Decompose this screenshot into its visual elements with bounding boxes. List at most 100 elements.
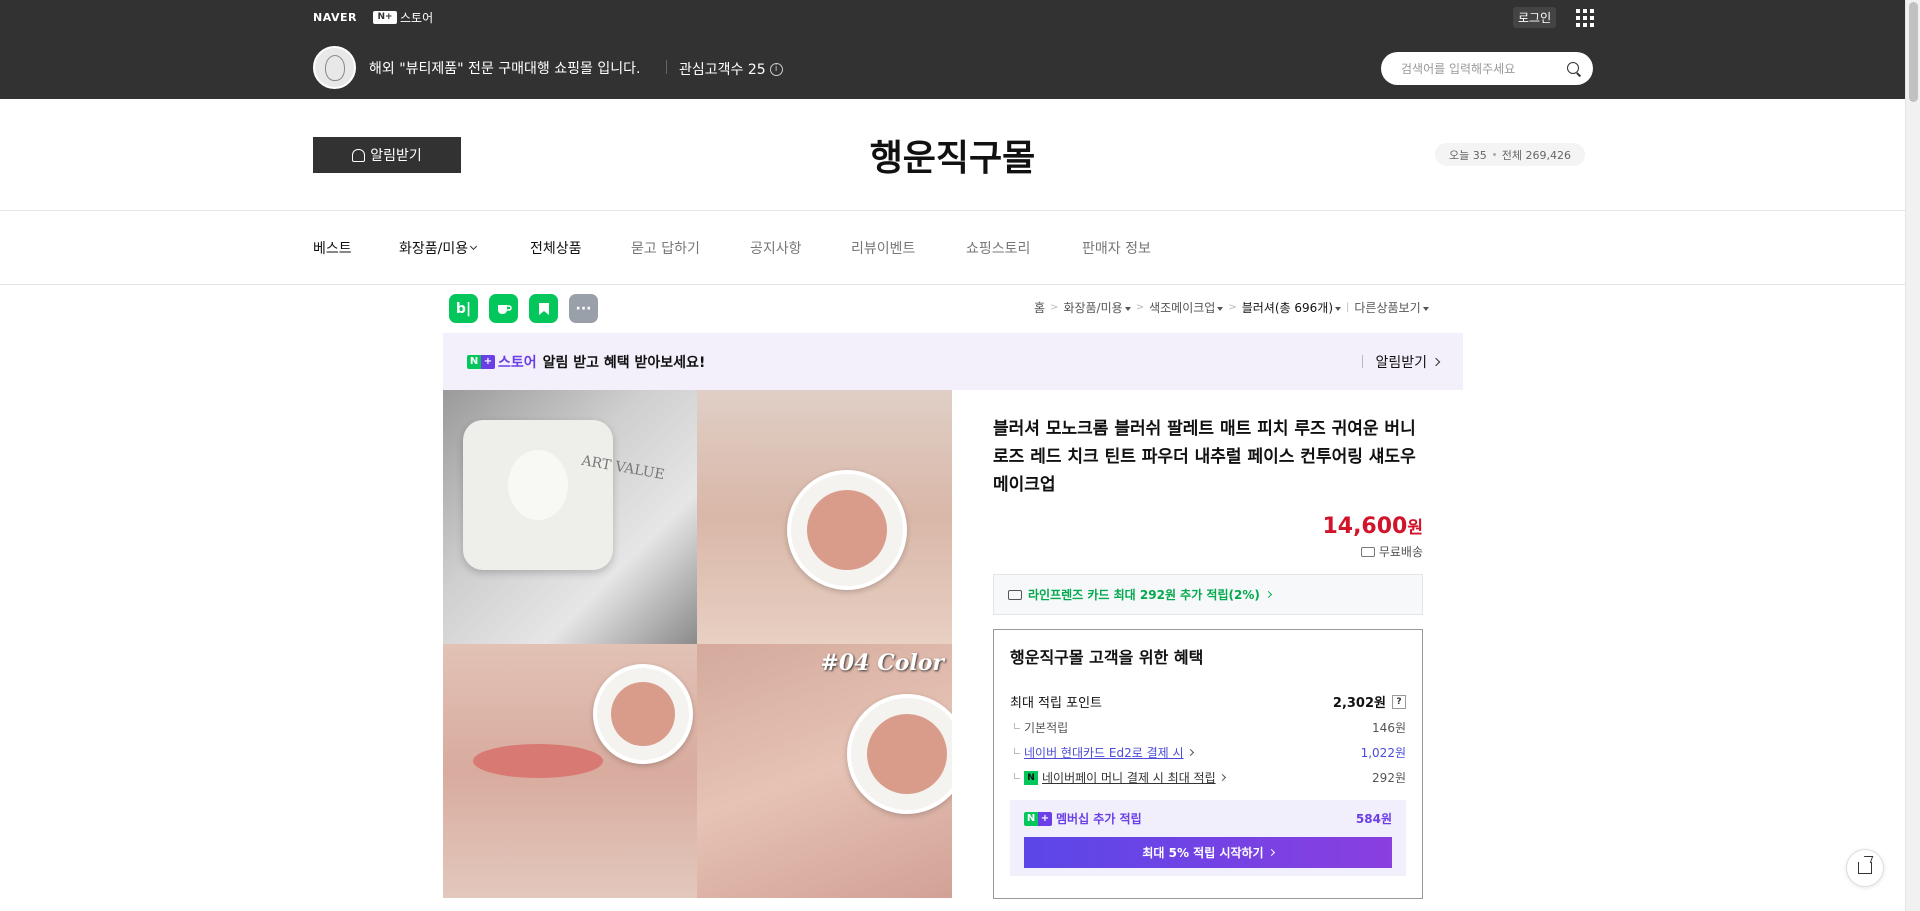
nplus-icon: N+ [1024,811,1052,826]
share-button[interactable] [1846,849,1884,887]
nav-item-all-products[interactable]: 전체상품 [530,238,582,258]
chevron-right-icon [1431,357,1441,366]
app-grid-icon[interactable] [1576,9,1594,27]
separator-dot [1492,153,1496,156]
nplus-icon: N+ [372,10,397,24]
login-button[interactable]: 로그인 [1513,7,1557,28]
nplus-icon: N + [467,354,495,369]
hyundai-card-link[interactable]: 네이버 현대카드 Ed2로 결제 시 [1014,744,1194,761]
max-points-row: 최대 적립 포인트 2,302원? [1010,692,1406,711]
npay-money-value: 292원 [1372,771,1406,785]
share-icon [1858,862,1872,874]
breadcrumb-separator: > [1050,302,1059,313]
divider [666,60,667,74]
product-image-gallery[interactable]: ART VALUE #04 Color [443,390,952,898]
card-benefit-link[interactable]: 라인프렌즈 카드 최대 292원 추가 적립(2%) [993,574,1423,615]
search-input[interactable] [1401,61,1561,76]
topbar-brand-row: NAVER N+ 스토어 [313,8,433,26]
compact-image [847,694,952,814]
tree-corner-icon [1014,747,1020,754]
banner-notify-link[interactable]: 알림받기 [1362,352,1441,372]
store-title[interactable]: 행운직구몰 [0,129,1905,181]
nstore-label: 스토어 [399,10,434,25]
npay-money-link[interactable]: N 네이버페이 머니 결제 시 최대 적립 [1014,769,1226,786]
more-share-icon[interactable]: ··· [569,294,598,323]
store-search [1381,52,1593,85]
price-value: 14,600 [1322,514,1408,539]
nav-item-review-event[interactable]: 리뷰이벤트 [851,238,915,258]
followers-count: 관심고객수 25 i [679,59,783,79]
bookmark-glyph-icon [538,302,549,315]
card-icon [1008,589,1022,600]
membership-label-group: N + 멤버십 추가 적립 [1024,810,1142,827]
caret-down-icon [1335,306,1342,311]
visitor-count: 오늘 35 전체 269,426 [1435,143,1585,166]
npay-money-label: 네이버페이 머니 결제 시 최대 적립 [1042,771,1216,785]
nstore-logo[interactable]: N+ 스토어 [372,9,434,26]
page-scrollbar[interactable] [1905,0,1920,911]
bookmark-icon[interactable] [529,294,558,323]
max-points-label: 최대 적립 포인트 [1010,696,1102,711]
nav-item-cosmetics[interactable]: 화장품/미용 [399,238,478,258]
chevron-right-icon [1267,848,1275,857]
nav-item-best[interactable]: 베스트 [313,238,352,258]
store-avatar[interactable] [313,46,356,89]
caret-down-icon [1217,306,1224,311]
max-points-value: 2,302원 [1332,696,1386,711]
breadcrumb: 홈 > 화장품/미용 > 색조메이크업 > 블러셔(총 696개) | 다른상품… [1034,299,1429,316]
info-icon[interactable]: i [769,62,783,76]
store-topbar: NAVER N+ 스토어 로그인 해외 "뷰티제품" 전문 구매대행 쇼핑몰 입… [0,0,1905,99]
product-image-swatch: #04 Color [697,644,952,898]
price-unit: 원 [1407,518,1423,538]
visitors-total: 전체 269,426 [1501,148,1571,162]
nav-item-qna[interactable]: 묻고 답하기 [631,238,700,258]
followers-label: 관심고객수 25 [679,62,766,78]
np-n: N [1024,811,1038,826]
np-plus: + [1038,811,1052,826]
shipping-info: 무료배송 [993,543,1423,560]
points-sub-row: N 네이버페이 머니 결제 시 최대 적립 292원 [1010,769,1406,786]
breadcrumb-cat2-label: 색조메이크업 [1149,301,1216,315]
breadcrumb-home[interactable]: 홈 [1034,299,1045,316]
npay-icon: N [1024,770,1038,785]
color-label-text: #04 Color [820,650,944,676]
help-icon[interactable]: ? [1392,694,1406,709]
compact-image [787,470,907,590]
basic-points-label: 기본적립 [1024,721,1069,735]
membership-button-label: 최대 5% 적립 시작하기 [1142,846,1264,860]
nav-item-notice[interactable]: 공지사항 [750,238,802,258]
nav-item-seller-info[interactable]: 판매자 정보 [1082,238,1151,258]
compact-image [593,664,693,764]
search-icon[interactable] [1567,61,1581,76]
product-image-case: ART VALUE [443,390,697,644]
breadcrumb-other-products[interactable]: 다른상품보기 [1354,299,1429,316]
points-sub-row: 기본적립 146원 [1010,719,1406,736]
breadcrumb-color-makeup[interactable]: 색조메이크업 [1149,299,1224,316]
product-image-lips [443,644,697,898]
points-sub-row: 네이버 현대카드 Ed2로 결제 시 1,022원 [1010,744,1406,761]
caret-down-icon [1124,306,1131,311]
cup-icon [497,304,512,314]
breadcrumb-separator: > [1135,302,1145,313]
membership-row: N + 멤버십 추가 적립 584원 [1024,810,1392,827]
breadcrumb-cosmetics[interactable]: 화장품/미용 [1063,299,1131,316]
naver-logo[interactable]: NAVER [313,11,357,24]
product-price: 14,600원 [993,513,1423,539]
breadcrumb-cat3-label: 블러셔(총 696개) [1241,301,1334,315]
scrollbar-thumb[interactable] [1909,2,1918,102]
hyundai-card-label: 네이버 현대카드 Ed2로 결제 시 [1024,746,1184,760]
blog-share-icon[interactable]: b| [449,294,478,323]
divider [1362,355,1364,368]
breadcrumb-separator: > [1228,302,1237,313]
membership-start-button[interactable]: 최대 5% 적립 시작하기 [1024,837,1392,868]
lips-image [473,744,603,778]
nav-item-shopping-story[interactable]: 쇼핑스토리 [966,238,1030,258]
profile-face-icon [324,54,345,81]
chevron-right-icon [1186,748,1194,757]
chevron-right-icon [1218,773,1226,782]
shipping-label: 무료배송 [1378,545,1423,559]
breadcrumb-blusher[interactable]: 블러셔(총 696개) [1241,299,1342,316]
banner-text: 알림 받고 혜택 받아보세요! [542,354,706,371]
cafe-share-icon[interactable] [489,294,518,323]
chevron-down-icon [470,242,478,251]
